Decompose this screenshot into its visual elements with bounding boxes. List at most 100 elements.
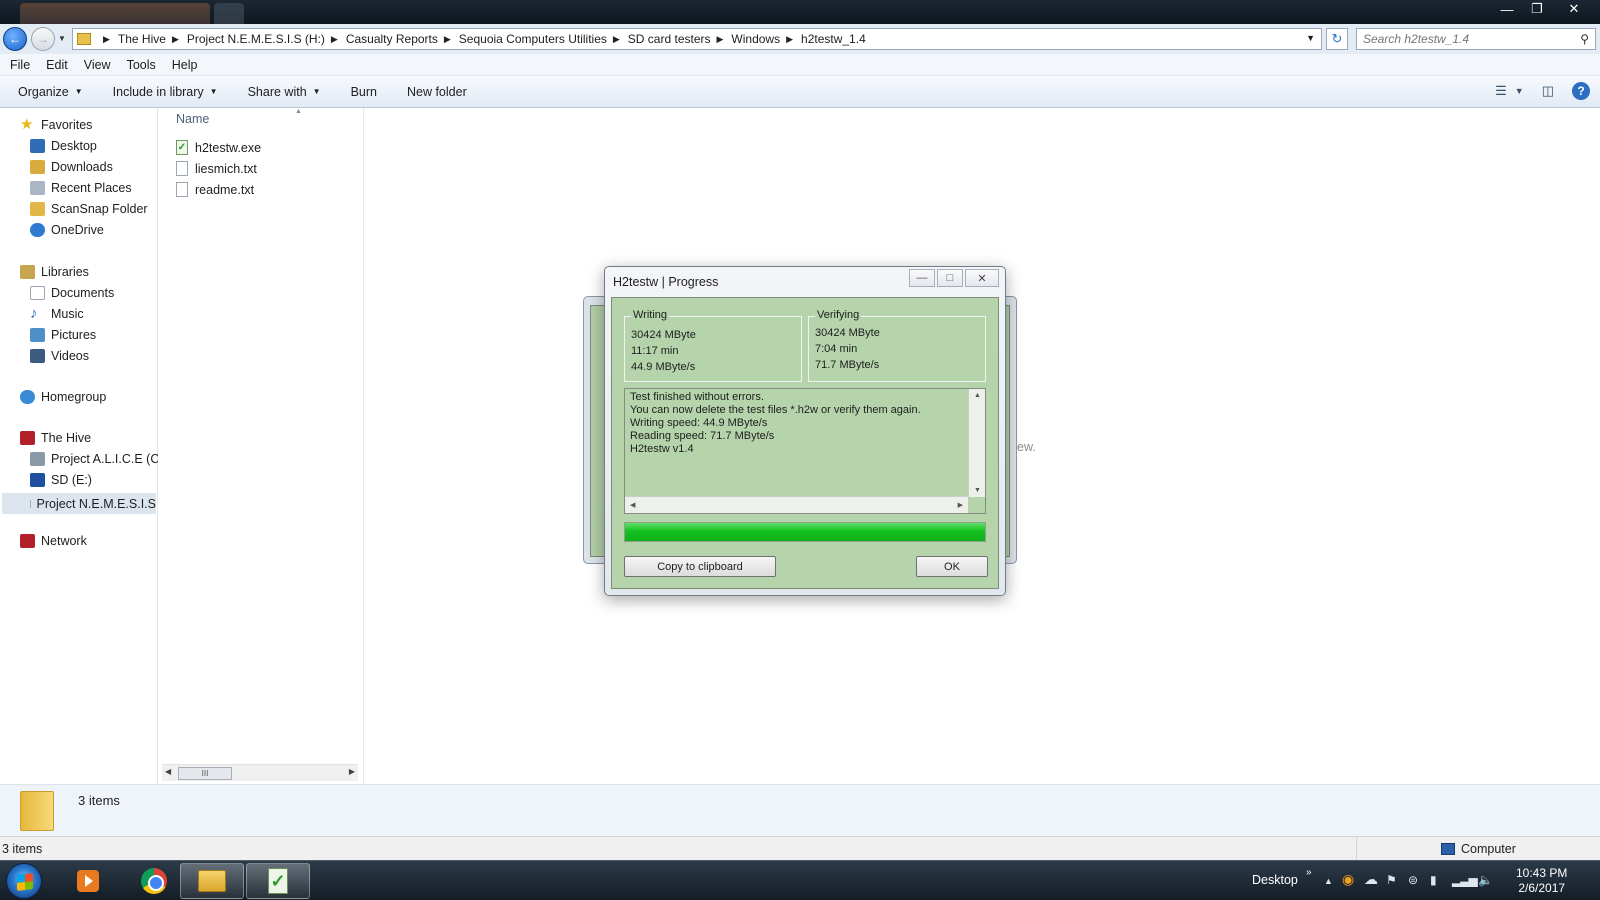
address-bar[interactable]: ▶ The Hive ▶ Project N.E.M.E.S.I.S (H:) ▶ …: [72, 28, 1322, 50]
action-center-flag-icon[interactable]: ⚑: [1386, 873, 1397, 887]
nav-documents[interactable]: Documents: [30, 286, 114, 300]
view-dropdown-icon[interactable]: ▼: [1515, 86, 1524, 96]
nav-favorites[interactable]: ★ Favorites: [20, 117, 92, 132]
nav-drive-c[interactable]: Project A.L.I.C.E (C:): [30, 452, 167, 466]
norton-icon[interactable]: ◉: [1342, 871, 1354, 888]
dialog-close-button[interactable]: ✕: [965, 269, 999, 287]
log-horizontal-scrollbar[interactable]: ◀ ▶: [625, 496, 968, 513]
nav-pictures[interactable]: Pictures: [30, 328, 96, 342]
include-in-library-button[interactable]: Include in library ▼: [113, 85, 218, 99]
menu-help[interactable]: Help: [172, 58, 198, 72]
dialog-minimize-button[interactable]: —: [909, 269, 935, 287]
nav-music[interactable]: ♪ Music: [30, 306, 84, 321]
minimize-button[interactable]: —: [1492, 0, 1522, 18]
nav-videos[interactable]: Videos: [30, 349, 89, 363]
view-options-icon[interactable]: ☰: [1495, 83, 1507, 99]
nav-homegroup[interactable]: Homegroup: [20, 390, 106, 404]
verifying-group: Verifying 30424 MByte 7:04 min 71.7 MByt…: [808, 309, 986, 382]
breadcrumb-item[interactable]: SD card testers ▶: [628, 32, 732, 46]
status-location: Computer: [1356, 837, 1600, 860]
new-folder-button[interactable]: New folder: [407, 85, 467, 99]
menu-edit[interactable]: Edit: [46, 58, 68, 72]
writing-title: Writing: [631, 309, 670, 321]
search-input[interactable]: [1357, 29, 1567, 49]
file-item[interactable]: liesmich.txt: [176, 161, 257, 176]
taskbar-chrome[interactable]: [122, 863, 186, 899]
volume-icon[interactable]: 🔈: [1478, 873, 1493, 887]
nav-scansnap[interactable]: ScanSnap Folder: [30, 202, 148, 216]
network-signal-icon[interactable]: ▂▃▅: [1452, 873, 1478, 887]
nav-desktop[interactable]: Desktop: [30, 139, 97, 153]
menu-view[interactable]: View: [84, 58, 111, 72]
start-button[interactable]: [6, 863, 42, 899]
scroll-left-icon[interactable]: ◀: [630, 501, 635, 509]
organize-button[interactable]: Organize ▼: [18, 85, 83, 99]
nav-drive-h[interactable]: Project N.E.M.E.S.I.S: [2, 493, 156, 514]
nav-onedrive[interactable]: OneDrive: [30, 223, 104, 237]
documents-icon: [30, 286, 45, 300]
copy-to-clipboard-button[interactable]: Copy to clipboard: [624, 556, 776, 577]
scroll-right-icon[interactable]: ▶: [958, 501, 963, 509]
close-button[interactable]: ✕: [1552, 0, 1596, 18]
scroll-right-icon[interactable]: ▶: [349, 767, 355, 776]
breadcrumb-item[interactable]: Sequoia Computers Utilities ▶: [459, 32, 628, 46]
writing-size: 30424 MByte: [631, 329, 696, 341]
breadcrumb-item[interactable]: Windows ▶: [731, 32, 801, 46]
recent-pages-dropdown[interactable]: ▼: [58, 34, 66, 43]
breadcrumb-item[interactable]: The Hive ▶: [118, 32, 187, 46]
nav-drive-e[interactable]: SD (E:): [30, 473, 92, 487]
share-with-button[interactable]: Share with ▼: [248, 85, 321, 99]
chrome-icon: [141, 868, 167, 894]
nav-downloads[interactable]: Downloads: [30, 160, 113, 174]
cloud-icon[interactable]: ☁: [1364, 871, 1378, 888]
maximize-button[interactable]: ❐: [1522, 0, 1552, 18]
log-vertical-scrollbar[interactable]: ▲ ▼: [968, 389, 985, 497]
breadcrumb-item[interactable]: Casualty Reports ▶: [346, 32, 459, 46]
file-item[interactable]: ✓ h2testw.exe: [176, 140, 261, 155]
back-button[interactable]: ←: [3, 27, 27, 51]
scroll-left-icon[interactable]: ◀: [165, 767, 171, 776]
nav-the-hive[interactable]: The Hive: [20, 431, 91, 445]
network-icon: [20, 534, 35, 548]
command-bar: Organize ▼ Include in library ▼ Share with…: [0, 76, 1600, 108]
taskbar-h2testw[interactable]: ✓: [246, 863, 310, 899]
forward-button[interactable]: →: [31, 27, 55, 51]
taskbar-media-player[interactable]: [56, 863, 120, 899]
breadcrumb-item[interactable]: Project N.E.M.E.S.I.S (H:) ▶: [187, 32, 346, 46]
power-icon[interactable]: ▮: [1430, 873, 1437, 887]
address-dropdown-icon[interactable]: ▼: [1306, 33, 1315, 43]
desktop-toolbar-label[interactable]: Desktop: [1252, 873, 1298, 887]
menu-file[interactable]: File: [10, 58, 30, 72]
progress-fill: [625, 523, 985, 541]
sync-icon[interactable]: ⊜: [1408, 873, 1418, 887]
scroll-up-icon[interactable]: ▲: [974, 392, 981, 399]
log-line: H2testw v1.4: [630, 443, 694, 455]
ok-button[interactable]: OK: [916, 556, 988, 577]
menu-tools[interactable]: Tools: [127, 58, 156, 72]
cloud-icon: [30, 223, 45, 237]
preview-pane-icon[interactable]: ◫: [1542, 83, 1554, 99]
scroll-thumb[interactable]: III: [178, 767, 232, 780]
refresh-button[interactable]: ↻: [1326, 28, 1348, 50]
recent-places-icon: [30, 181, 45, 195]
file-item[interactable]: readme.txt: [176, 182, 254, 197]
column-header-name[interactable]: Name: [176, 112, 209, 126]
toolbar-expand-icon[interactable]: »: [1306, 867, 1312, 878]
breadcrumb-root-arrow[interactable]: ▶: [97, 34, 118, 45]
horizontal-scrollbar[interactable]: ◀ III ▶: [162, 764, 358, 781]
dialog-maximize-button[interactable]: □: [937, 269, 963, 287]
show-hidden-icons-icon[interactable]: ▲: [1324, 876, 1333, 886]
search-icon[interactable]: ⚲: [1580, 32, 1589, 46]
clock[interactable]: 10:43 PM 2/6/2017: [1516, 866, 1567, 896]
burn-button[interactable]: Burn: [351, 85, 377, 99]
nav-network[interactable]: Network: [20, 534, 87, 548]
taskbar-explorer[interactable]: [180, 863, 244, 899]
nav-recent-places[interactable]: Recent Places: [30, 181, 132, 195]
breadcrumb-current[interactable]: h2testw_1.4: [801, 32, 866, 46]
folder-icon: [77, 33, 91, 45]
search-box[interactable]: ⚲: [1356, 28, 1596, 50]
scroll-down-icon[interactable]: ▼: [974, 487, 981, 494]
nav-libraries[interactable]: Libraries: [20, 265, 89, 279]
log-textbox[interactable]: Test finished without errors. You can no…: [624, 388, 986, 514]
help-icon[interactable]: ?: [1572, 82, 1590, 100]
